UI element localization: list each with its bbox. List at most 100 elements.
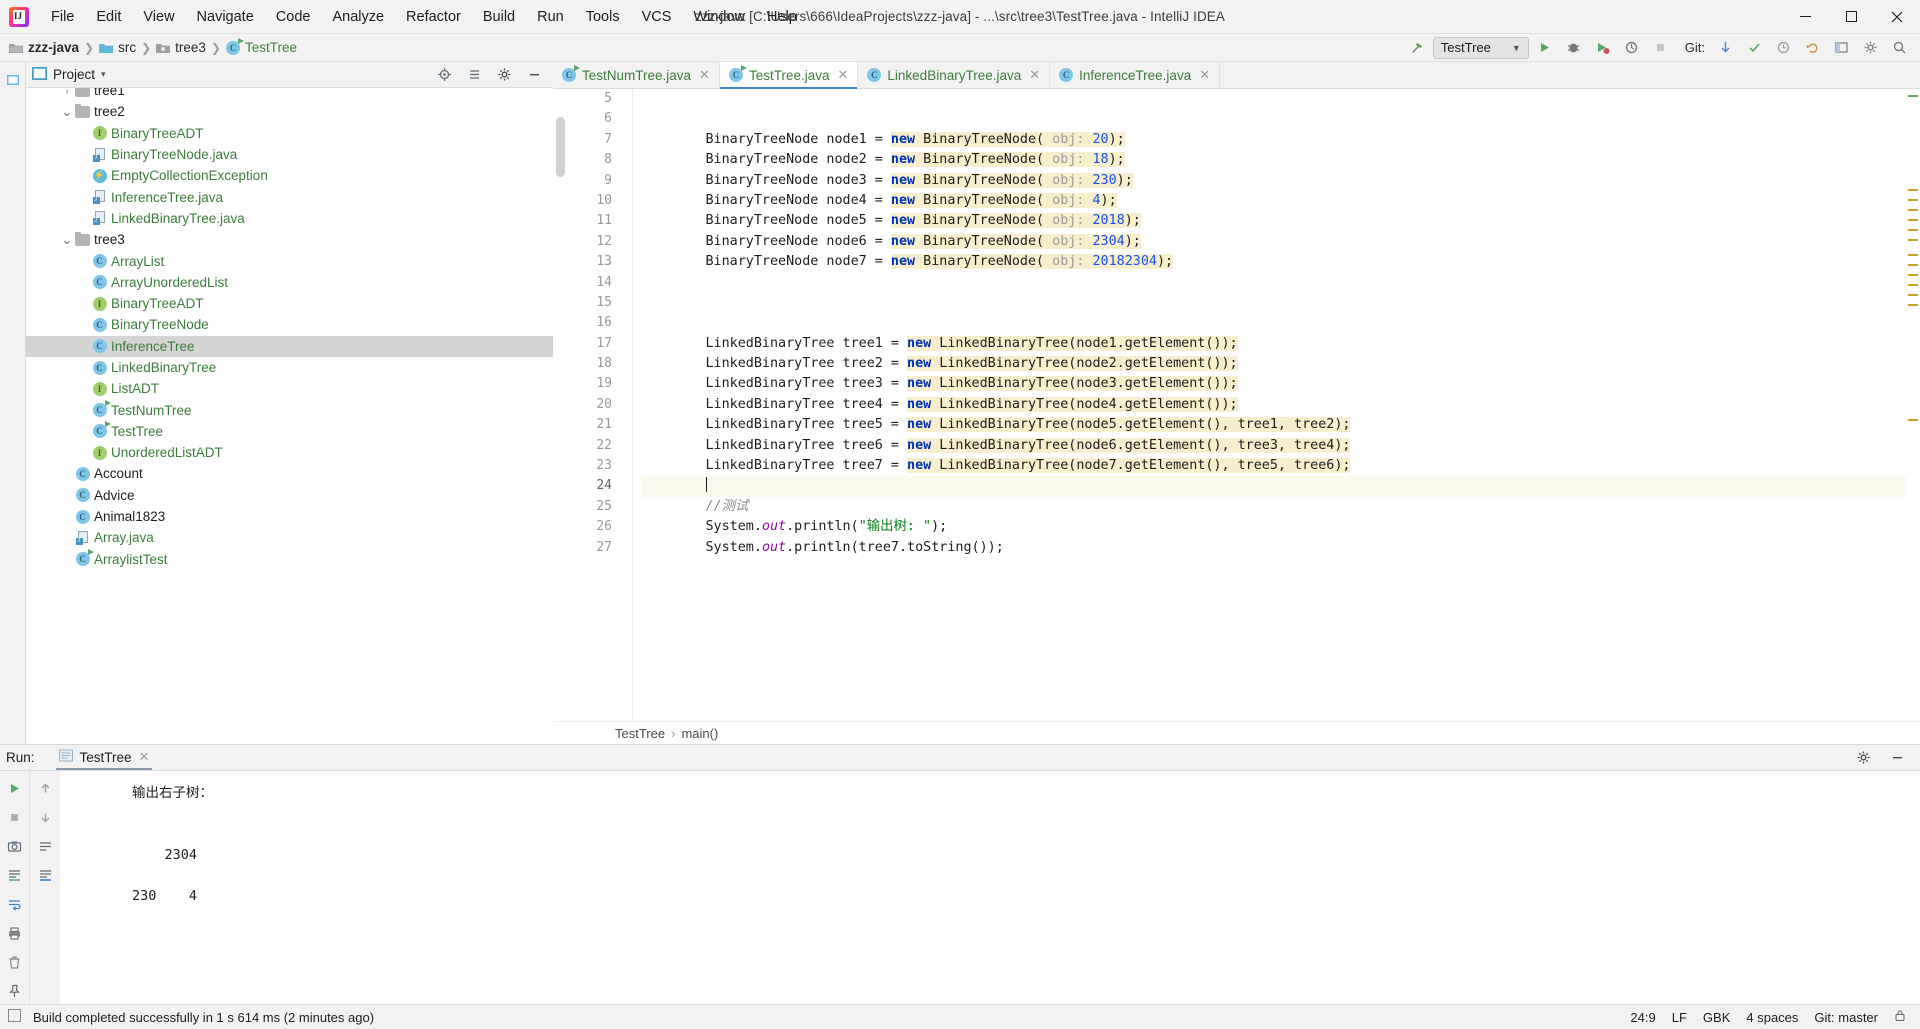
menu-code[interactable]: Code: [265, 3, 322, 31]
tree-item-listadt[interactable]: I ListADT: [26, 378, 553, 399]
gear-icon[interactable]: [491, 63, 517, 87]
maximize-button[interactable]: [1828, 0, 1874, 33]
tree-item-binarytreenode[interactable]: C BinaryTreeNode: [26, 314, 553, 335]
code-line[interactable]: BinaryTreeNode node6 = new BinaryTreeNod…: [641, 232, 1920, 252]
close-icon[interactable]: ✕: [139, 749, 150, 765]
rerun-icon[interactable]: [2, 776, 28, 800]
menu-window[interactable]: Window: [682, 3, 756, 31]
locate-icon[interactable]: [431, 63, 457, 87]
menu-tools[interactable]: Tools: [575, 3, 631, 31]
editor-tab-testnumtree-java[interactable]: C TestNumTree.java ✕: [553, 62, 720, 88]
code-line[interactable]: LinkedBinaryTree tree2 = new LinkedBinar…: [641, 354, 1920, 374]
code-line[interactable]: LinkedBinaryTree tree3 = new LinkedBinar…: [641, 374, 1920, 394]
expand-chevron-icon[interactable]: ›: [60, 88, 74, 96]
stop-icon[interactable]: [1648, 36, 1674, 60]
breadcrumb-src[interactable]: src: [96, 38, 139, 57]
tree-item-tree3[interactable]: ⌄ tree3: [26, 229, 553, 250]
down-arrow-icon[interactable]: [32, 805, 58, 829]
code-line[interactable]: [641, 476, 1920, 497]
tree-item-binarytreeadt[interactable]: I BinaryTreeADT: [26, 123, 553, 144]
code-line[interactable]: BinaryTreeNode node4 = new BinaryTreeNod…: [641, 191, 1920, 211]
tree-item-animal1823[interactable]: C Animal1823: [26, 506, 553, 527]
breadcrumb-editor-method[interactable]: main(): [681, 726, 718, 741]
project-tool-icon[interactable]: [0, 68, 26, 92]
close-tab-icon[interactable]: ✕: [1029, 67, 1040, 83]
tree-item-testtree[interactable]: C TestTree: [26, 421, 553, 442]
menu-run[interactable]: Run: [526, 3, 575, 31]
code-line[interactable]: [641, 293, 1920, 313]
indent-setting[interactable]: 4 spaces: [1746, 1010, 1798, 1025]
menu-vcs[interactable]: VCS: [631, 3, 683, 31]
file-encoding[interactable]: GBK: [1703, 1010, 1730, 1025]
layout-icon[interactable]: [1828, 36, 1854, 60]
code-line[interactable]: [641, 313, 1920, 333]
editor-tab-inferencetree-java[interactable]: C InferenceTree.java ✕: [1050, 62, 1221, 88]
tree-item-unorderedlistadt[interactable]: I UnorderedListADT: [26, 442, 553, 463]
soft-wrap-icon[interactable]: [2, 892, 28, 916]
minimize-button[interactable]: [1782, 0, 1828, 33]
editor-tab-strip[interactable]: C TestNumTree.java ✕ C TestTree.java ✕ C Linked…: [553, 62, 1920, 89]
expand-chevron-icon[interactable]: ⌄: [60, 233, 74, 246]
menu-view[interactable]: View: [132, 3, 185, 31]
expand-chevron-icon[interactable]: ⌄: [60, 105, 74, 118]
code-editor[interactable]: 5 6 7 8 9 10 11 12 13 14 15 16 17 18 19 20 21 22 23 24 25 26 2…: [553, 89, 1920, 721]
scroll-end-icon-2[interactable]: [32, 863, 58, 887]
tree-item-linkedbinarytree-java[interactable]: LinkedBinaryTree.java: [26, 208, 553, 229]
hide-icon[interactable]: [1884, 746, 1910, 770]
tree-item-testnumtree[interactable]: C TestNumTree: [26, 399, 553, 420]
code-text[interactable]: BinaryTreeNode node1 = new BinaryTreeNod…: [633, 89, 1920, 721]
chevron-down-icon[interactable]: ▾: [101, 69, 106, 80]
close-tab-icon[interactable]: ✕: [1199, 67, 1210, 83]
search-icon[interactable]: [1886, 36, 1912, 60]
editor-tab-testtree-java[interactable]: C TestTree.java ✕: [719, 62, 859, 89]
code-line[interactable]: LinkedBinaryTree tree4 = new LinkedBinar…: [641, 395, 1920, 415]
project-file-tree[interactable]: ›tree1⌄tree2IBinaryTreeADTBinaryTreeNode…: [26, 88, 553, 744]
menu-edit[interactable]: Edit: [85, 3, 132, 31]
up-arrow-icon[interactable]: [32, 776, 58, 800]
menu-refactor[interactable]: Refactor: [395, 3, 472, 31]
close-tab-icon[interactable]: ✕: [838, 67, 849, 83]
tree-item-advice[interactable]: C Advice: [26, 485, 553, 506]
scrollbar-thumb[interactable]: [556, 117, 565, 177]
commit-icon[interactable]: [1741, 36, 1767, 60]
status-event-icon[interactable]: [8, 1009, 21, 1025]
tree-item-binarytreeadt[interactable]: I BinaryTreeADT: [26, 293, 553, 314]
hide-icon[interactable]: [521, 63, 547, 87]
tree-item-arraylist[interactable]: C ArrayList: [26, 250, 553, 271]
tree-item-tree2[interactable]: ⌄ tree2: [26, 101, 553, 122]
code-line[interactable]: System.out.println(tree7.toString());: [641, 538, 1920, 558]
settings-icon[interactable]: [1857, 36, 1883, 60]
tree-item-array-java[interactable]: Array.java: [26, 527, 553, 548]
line-separator[interactable]: LF: [1672, 1010, 1687, 1025]
code-line[interactable]: LinkedBinaryTree tree7 = new LinkedBinar…: [641, 456, 1920, 476]
tree-item-binarytreenode-java[interactable]: BinaryTreeNode.java: [26, 144, 553, 165]
stop-icon[interactable]: [2, 805, 28, 829]
build-hammer-icon[interactable]: [1404, 36, 1430, 60]
tree-item-inferencetree-java[interactable]: InferenceTree.java: [26, 186, 553, 207]
menu-help[interactable]: Help: [756, 3, 808, 31]
code-line[interactable]: BinaryTreeNode node1 = new BinaryTreeNod…: [641, 130, 1920, 150]
tree-item-linkedbinarytree[interactable]: C LinkedBinaryTree: [26, 357, 553, 378]
tree-item-arraylisttest[interactable]: C ArraylistTest: [26, 549, 553, 570]
pin-icon[interactable]: [2, 979, 28, 1003]
tree-item-account[interactable]: C Account: [26, 463, 553, 484]
menu-bar[interactable]: File Edit View Navigate Code Analyze Ref…: [40, 3, 808, 31]
gear-icon[interactable]: [1850, 746, 1876, 770]
profiler-icon[interactable]: [1619, 36, 1645, 60]
menu-navigate[interactable]: Navigate: [186, 3, 265, 31]
rollback-icon[interactable]: [1799, 36, 1825, 60]
camera-icon[interactable]: [2, 834, 28, 858]
run-configuration-selector[interactable]: TestTree ▼: [1432, 36, 1529, 59]
run-tab-testtree[interactable]: TestTree ✕: [53, 746, 156, 770]
run-with-coverage-icon[interactable]: [1590, 36, 1616, 60]
close-tab-icon[interactable]: ✕: [699, 67, 710, 83]
code-line[interactable]: //测试: [641, 497, 1920, 517]
print-icon[interactable]: [2, 921, 28, 945]
history-icon[interactable]: [1770, 36, 1796, 60]
align-icon[interactable]: [32, 834, 58, 858]
editor-left-scrollbar[interactable]: [553, 89, 571, 721]
code-line[interactable]: [641, 89, 1920, 109]
git-branch[interactable]: Git: master: [1814, 1010, 1878, 1025]
tree-item-tree1[interactable]: › tree1: [26, 88, 553, 101]
menu-build[interactable]: Build: [472, 3, 526, 31]
